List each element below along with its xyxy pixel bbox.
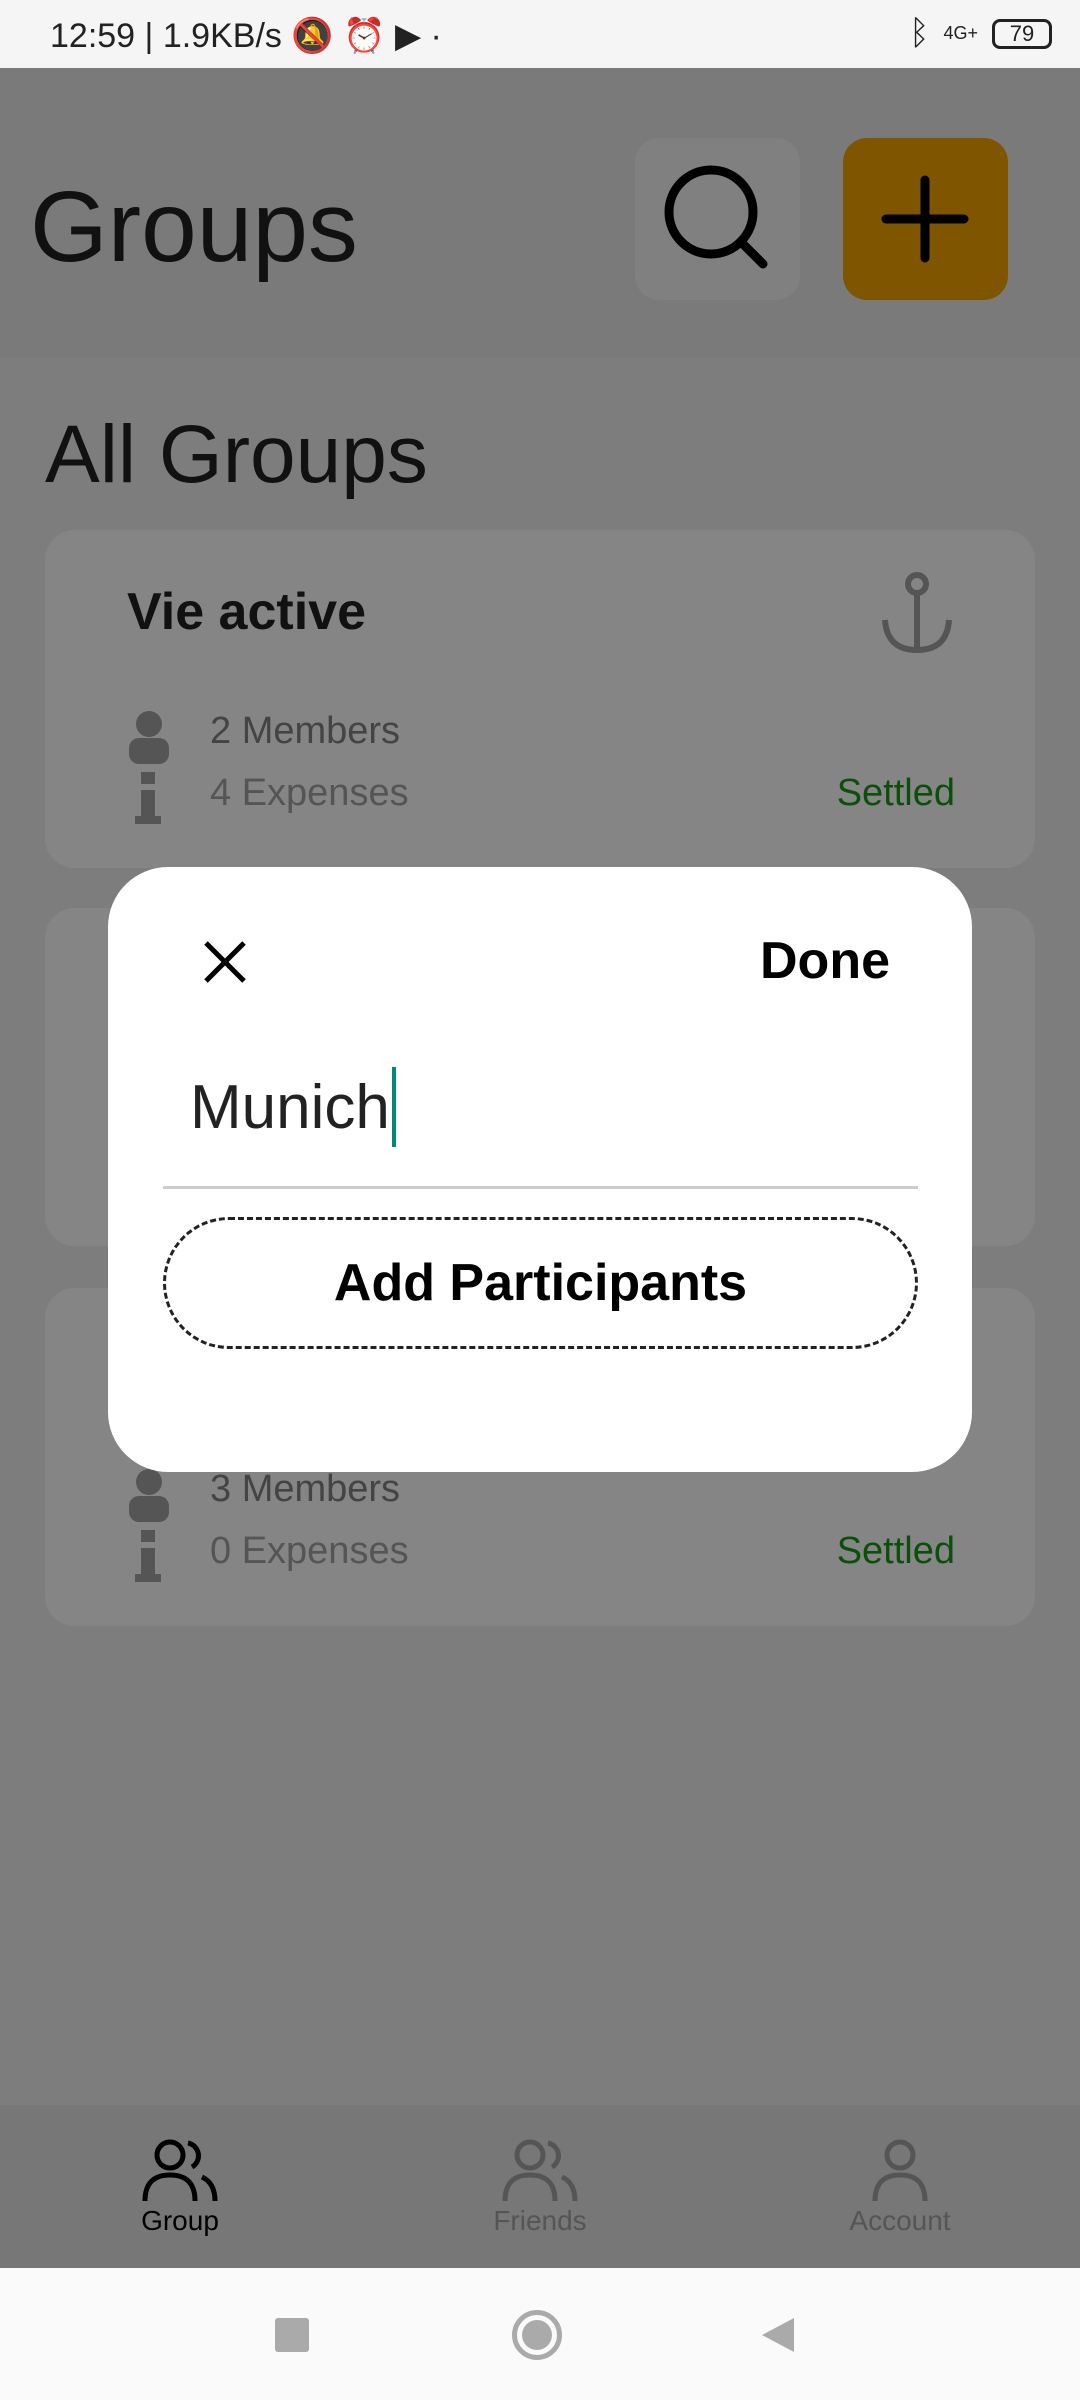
plus-icon — [881, 175, 969, 263]
person-icon — [129, 711, 169, 764]
info-icon — [135, 772, 161, 824]
nav-item-friends[interactable]: Friends — [440, 2105, 640, 2268]
bluetooth-icon: ᛒ — [909, 14, 930, 52]
text-caret — [391, 1067, 396, 1147]
search-icon — [664, 165, 768, 269]
page-title: Groups — [30, 171, 358, 283]
clock: 12:59 — [50, 17, 136, 55]
nav-label: Friends — [493, 2205, 587, 2236]
bottom-nav: Group Friends Account — [0, 2105, 1080, 2268]
youtube-icon: ▶ — [394, 17, 422, 55]
nav-label: Group — [141, 2205, 219, 2236]
alarm-icon: ⏰ — [343, 17, 386, 55]
friends-icon — [502, 2139, 578, 2202]
status-bar: 12:59 | 1.9KB/s 🔕 ⏰ ▶ · ᛒ 4G+ 79 — [0, 0, 1080, 68]
input-underline — [163, 1186, 918, 1189]
network-speed: 1.9KB/s — [162, 17, 282, 55]
member-count: 2 Members — [210, 710, 401, 752]
status-badge: Settled — [836, 1530, 955, 1572]
create-group-dialog: Done Munich Add Participants — [108, 867, 972, 1472]
add-group-button[interactable] — [843, 138, 1008, 300]
expense-count: 0 Expenses — [210, 1530, 409, 1572]
status-badge: Settled — [836, 772, 955, 814]
nav-label: Account — [849, 2205, 951, 2236]
group-icon — [142, 2139, 218, 2202]
status-right: ᛒ 4G+ 79 — [909, 14, 1052, 53]
mute-icon: 🔕 — [291, 17, 334, 55]
account-icon — [872, 2139, 928, 2202]
add-participants-button[interactable]: Add Participants — [163, 1217, 918, 1349]
anchor-icon — [882, 572, 952, 654]
member-count: 3 Members — [210, 1468, 401, 1510]
status-left: 12:59 | 1.9KB/s 🔕 ⏰ ▶ · — [50, 17, 442, 55]
battery-icon: 79 — [992, 18, 1052, 49]
nav-item-account[interactable]: Account — [800, 2105, 1000, 2268]
section-title: All Groups — [45, 409, 428, 500]
nav-item-group[interactable]: Group — [80, 2105, 280, 2268]
home-button[interactable] — [512, 2310, 562, 2360]
recents-button[interactable] — [275, 2318, 309, 2352]
group-name: Vie active — [127, 583, 367, 641]
back-button[interactable] — [760, 2316, 796, 2354]
input-value: Munich — [190, 1072, 390, 1142]
signal-icon: 4G+ — [943, 23, 978, 43]
system-nav-bar — [0, 2268, 1080, 2400]
close-icon[interactable] — [200, 937, 250, 987]
expense-count: 4 Expenses — [210, 772, 409, 814]
group-card[interactable]: Vie active 2 Members 4 Expenses Settled — [45, 530, 1035, 868]
person-icon — [129, 1469, 169, 1522]
group-name-input[interactable]: Munich — [190, 1067, 396, 1147]
search-button[interactable] — [635, 138, 800, 300]
info-icon — [135, 1530, 161, 1582]
done-button[interactable]: Done — [760, 931, 890, 991]
